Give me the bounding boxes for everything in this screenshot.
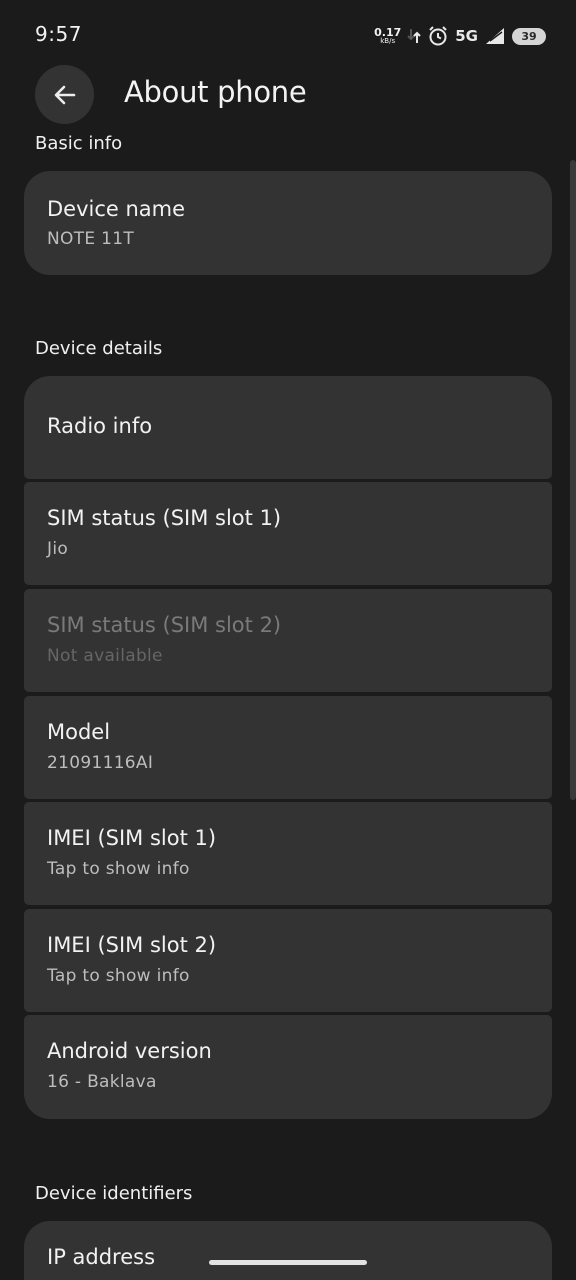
android-version-value: 16 - Baklava <box>47 1072 157 1092</box>
arrow-back-icon <box>54 85 75 104</box>
imei-slot-2-value: Tap to show info <box>47 966 190 986</box>
sim-status-slot-2-title: SIM status (SIM slot 2) <box>47 613 282 637</box>
network-speed-unit: kB/s <box>380 37 396 45</box>
about-phone-screen: 9:57 0.17 kB/s 5G 39 About phone Basic i… <box>0 0 576 1280</box>
ip-address-title: IP address <box>47 1245 156 1269</box>
back-button[interactable] <box>35 65 94 124</box>
alarm-icon <box>429 26 447 46</box>
scrollbar[interactable] <box>570 160 576 800</box>
section-header-device-identifiers: Device identifiers <box>35 1183 193 1204</box>
imei-slot-1-title: IMEI (SIM slot 1) <box>47 826 217 850</box>
status-bar: 9:57 0.17 kB/s 5G 39 <box>0 0 576 64</box>
imei-slot-2-item[interactable]: IMEI (SIM slot 2) Tap to show info <box>24 909 552 1012</box>
gesture-navigation-handle[interactable] <box>209 1260 367 1265</box>
radio-info-item[interactable]: Radio info <box>24 376 552 479</box>
sim-status-slot-1-title: SIM status (SIM slot 1) <box>47 506 282 530</box>
sim-status-slot-2-item: SIM status (SIM slot 2) Not available <box>24 589 552 692</box>
data-transfer-icon <box>407 29 421 43</box>
sim-status-slot-1-item[interactable]: SIM status (SIM slot 1) Jio <box>24 482 552 585</box>
page-title: About phone <box>124 75 307 109</box>
radio-info-title: Radio info <box>47 414 153 438</box>
device-name-value: NOTE 11T <box>47 229 135 249</box>
imei-slot-1-value: Tap to show info <box>47 859 190 879</box>
device-name-title: Device name <box>47 197 186 221</box>
android-version-title: Android version <box>47 1039 212 1063</box>
sim-status-slot-1-value: Jio <box>47 539 69 559</box>
model-item[interactable]: Model 21091116AI <box>24 696 552 799</box>
top-app-bar: About phone <box>0 64 576 126</box>
model-title: Model <box>47 720 111 744</box>
imei-slot-2-title: IMEI (SIM slot 2) <box>47 933 217 957</box>
imei-slot-1-item[interactable]: IMEI (SIM slot 1) Tap to show info <box>24 802 552 905</box>
network-speed-indicator: 0.17 kB/s <box>374 27 401 45</box>
android-version-item[interactable]: Android version 16 - Baklava <box>24 1015 552 1119</box>
ip-address-item[interactable]: IP address <box>24 1221 552 1280</box>
device-name-item[interactable]: Device name NOTE 11T <box>24 171 552 275</box>
network-type-label: 5G <box>455 27 478 45</box>
model-value: 21091116AI <box>47 753 154 773</box>
status-time: 9:57 <box>35 22 82 46</box>
section-header-device-details: Device details <box>35 338 163 359</box>
sim-status-slot-2-value: Not available <box>47 646 163 666</box>
signal-strength-icon <box>486 28 504 44</box>
status-icons: 0.17 kB/s 5G 39 <box>374 22 546 50</box>
settings-list[interactable]: Basic info Device name NOTE 11T Device d… <box>0 126 576 1280</box>
section-header-basic-info: Basic info <box>35 133 123 154</box>
battery-indicator: 39 <box>512 27 546 45</box>
